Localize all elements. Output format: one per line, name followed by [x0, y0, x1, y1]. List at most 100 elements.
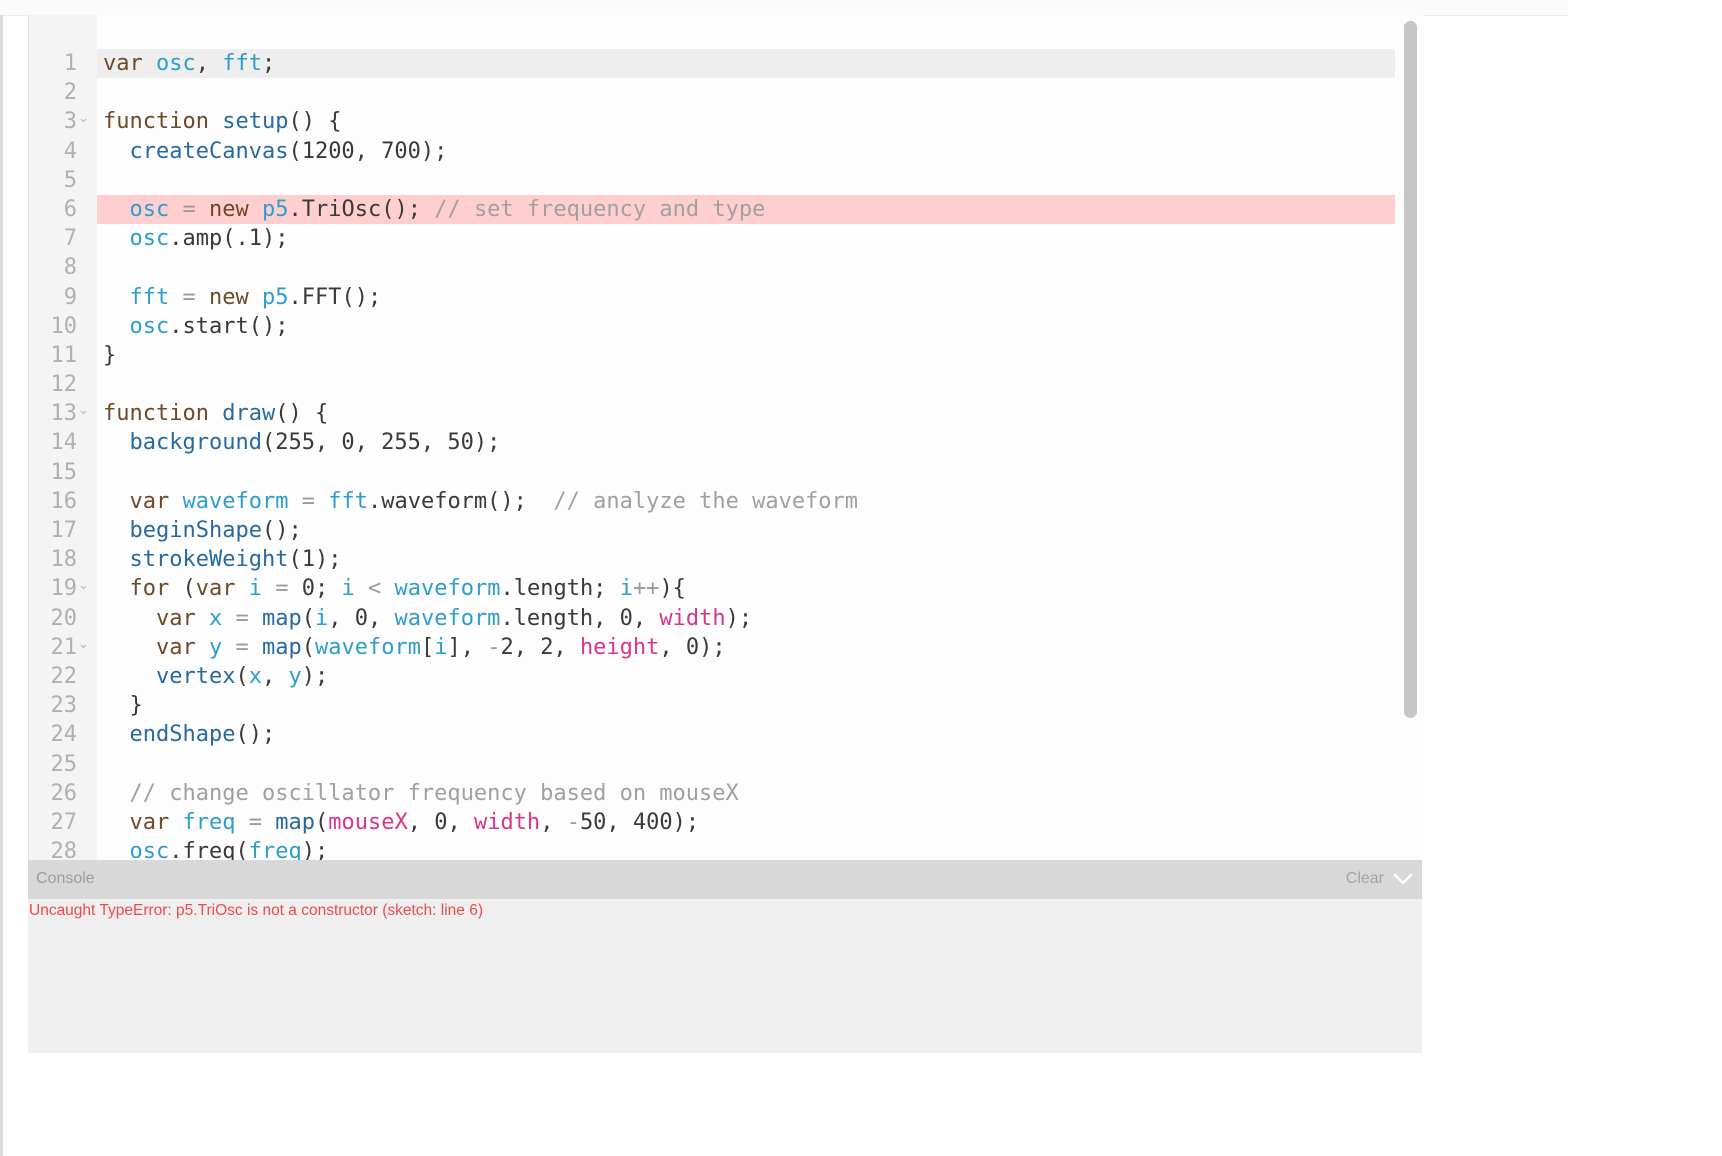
code-line-text[interactable]: endShape();: [97, 720, 1395, 749]
code-line-text[interactable]: osc.amp(.1);: [97, 224, 1395, 253]
code-line[interactable]: 8: [29, 253, 1423, 282]
code-line-text[interactable]: [97, 750, 1395, 779]
code-line-text[interactable]: for (var i = 0; i < waveform.length; i++…: [97, 574, 1395, 603]
code-token: , 0,: [407, 809, 474, 835]
code-line[interactable]: 4 createCanvas(1200, 700);: [29, 137, 1423, 166]
line-number: 3: [63, 109, 77, 135]
code-line-text[interactable]: vertex(x, y);: [97, 662, 1395, 691]
fold-chevron-icon[interactable]: ⌄: [78, 107, 92, 131]
fold-chevron-icon[interactable]: ⌄: [78, 633, 92, 657]
code-line-text[interactable]: var freq = map(mouseX, 0, width, -50, 40…: [97, 808, 1395, 837]
code-line[interactable]: 5: [29, 166, 1423, 195]
fold-chevron-icon[interactable]: ⌄: [78, 574, 92, 598]
code-token: endShape: [129, 722, 236, 748]
code-line[interactable]: 3 ⌄ function setup() {: [29, 107, 1423, 136]
code-line-text[interactable]: background(255, 0, 255, 50);: [97, 428, 1395, 457]
code-line[interactable]: 17 beginShape();: [29, 516, 1423, 545]
code-line[interactable]: 27 var freq = map(mouseX, 0, width, -50,…: [29, 808, 1423, 837]
code-line[interactable]: 2: [29, 78, 1423, 107]
code-line-text[interactable]: [97, 166, 1395, 195]
code-token: fft: [129, 284, 170, 310]
code-line[interactable]: 9 fft = new p5.FFT();: [29, 283, 1423, 312]
code-line-text[interactable]: osc = new p5.TriOsc(); // set frequency …: [97, 194, 1395, 225]
fold-chevron-icon[interactable]: ⌄: [78, 399, 92, 423]
line-number: 23: [50, 693, 78, 719]
code-token: i: [341, 576, 355, 602]
code-token: =: [235, 809, 276, 835]
code-line-text[interactable]: function setup() {: [97, 107, 1395, 136]
code-token: i: [314, 605, 329, 631]
code-line-text[interactable]: var y = map(waveform[i], -2, 2, height, …: [97, 633, 1395, 662]
code-line-text[interactable]: var x = map(i, 0, waveform.length, 0, wi…: [97, 604, 1395, 633]
code-lines[interactable]: 1 var osc, fft; 2 3 ⌄ function setup() {4 cre…: [29, 49, 1423, 860]
code-line-text[interactable]: osc.start();: [97, 312, 1395, 341]
code-line-text[interactable]: createCanvas(1200, 700);: [97, 137, 1395, 166]
code-line[interactable]: 26 // change oscillator frequency based …: [29, 779, 1423, 808]
code-line[interactable]: 13 ⌄ function draw() {: [29, 399, 1423, 428]
code-line-text[interactable]: fft = new p5.FFT();: [97, 283, 1395, 312]
code-line[interactable]: 20 var x = map(i, 0, waveform.length, 0,…: [29, 604, 1423, 633]
code-line-text[interactable]: beginShape();: [97, 516, 1395, 545]
code-line-text[interactable]: osc.freq(freq);: [97, 837, 1395, 860]
code-line[interactable]: 7 osc.amp(.1);: [29, 224, 1423, 253]
editor-scrollbar[interactable]: [1397, 15, 1423, 860]
clear-console-button[interactable]: Clear: [1346, 870, 1384, 888]
code-token: waveform: [394, 605, 501, 631]
code-token: , 0,: [328, 605, 395, 631]
code-line[interactable]: 25: [29, 750, 1423, 779]
code-line-text[interactable]: [97, 78, 1395, 107]
code-line-text[interactable]: // change oscillator frequency based on …: [97, 779, 1395, 808]
editor-scrollbar-thumb[interactable]: [1404, 21, 1417, 718]
code-line-text[interactable]: var waveform = fft.waveform(); // analyz…: [97, 487, 1395, 516]
code-line[interactable]: 12: [29, 370, 1423, 399]
code-line[interactable]: 21 ⌄ var y = map(waveform[i], -2, 2, heig…: [29, 633, 1423, 662]
code-token: (1);: [288, 547, 342, 573]
code-line-text[interactable]: function draw() {: [97, 399, 1395, 428]
code-token: waveform: [314, 634, 421, 660]
code-token: var: [129, 809, 170, 835]
code-token: createCanvas: [129, 138, 289, 164]
line-number: 22: [50, 663, 78, 689]
code-line[interactable]: 18 strokeWeight(1);: [29, 545, 1423, 574]
line-number: 9: [63, 284, 77, 310]
console-header: Console Clear: [28, 860, 1422, 899]
code-line[interactable]: 1 var osc, fft;: [29, 49, 1423, 79]
code-line[interactable]: 28 osc.freq(freq);: [29, 837, 1423, 860]
code-line[interactable]: 23 }: [29, 691, 1423, 720]
code-line[interactable]: 19 ⌄ for (var i = 0; i < waveform.length;…: [29, 574, 1423, 603]
code-line[interactable]: 24 endShape();: [29, 720, 1423, 749]
code-line[interactable]: 10 osc.start();: [29, 312, 1423, 341]
code-line[interactable]: 15: [29, 458, 1423, 487]
code-line[interactable]: 16 var waveform = fft.waveform(); // ana…: [29, 487, 1423, 516]
code-line-text[interactable]: var osc, fft;: [97, 49, 1395, 79]
code-line-text[interactable]: }: [97, 341, 1395, 370]
code-line-text[interactable]: }: [97, 691, 1395, 720]
code-token: i: [619, 576, 633, 602]
code-token: (255, 0, 255, 50);: [261, 430, 501, 456]
code-line-text[interactable]: [97, 253, 1395, 282]
code-line-text[interactable]: strokeWeight(1);: [97, 545, 1395, 574]
line-number: 17: [50, 518, 78, 543]
code-line[interactable]: 14 background(255, 0, 255, 50);: [29, 428, 1423, 457]
code-token: ],: [447, 634, 488, 660]
code-token: strokeWeight: [129, 547, 289, 573]
top-toolbar-strip: [0, 0, 1568, 16]
code-line-error[interactable]: 6 osc = new p5.TriOsc(); // set frequenc…: [29, 194, 1423, 225]
code-token: ){: [659, 576, 686, 602]
code-line[interactable]: 11}: [29, 341, 1423, 370]
code-line[interactable]: 22 vertex(x, y);: [29, 662, 1423, 691]
code-line-text[interactable]: [97, 370, 1395, 399]
code-token: y: [288, 663, 302, 689]
chevron-down-icon[interactable]: [1392, 869, 1414, 889]
code-editor[interactable]: 1 var osc, fft; 2 3 ⌄ function setup() {4 cre…: [28, 15, 1423, 860]
code-line-text[interactable]: [97, 458, 1395, 487]
